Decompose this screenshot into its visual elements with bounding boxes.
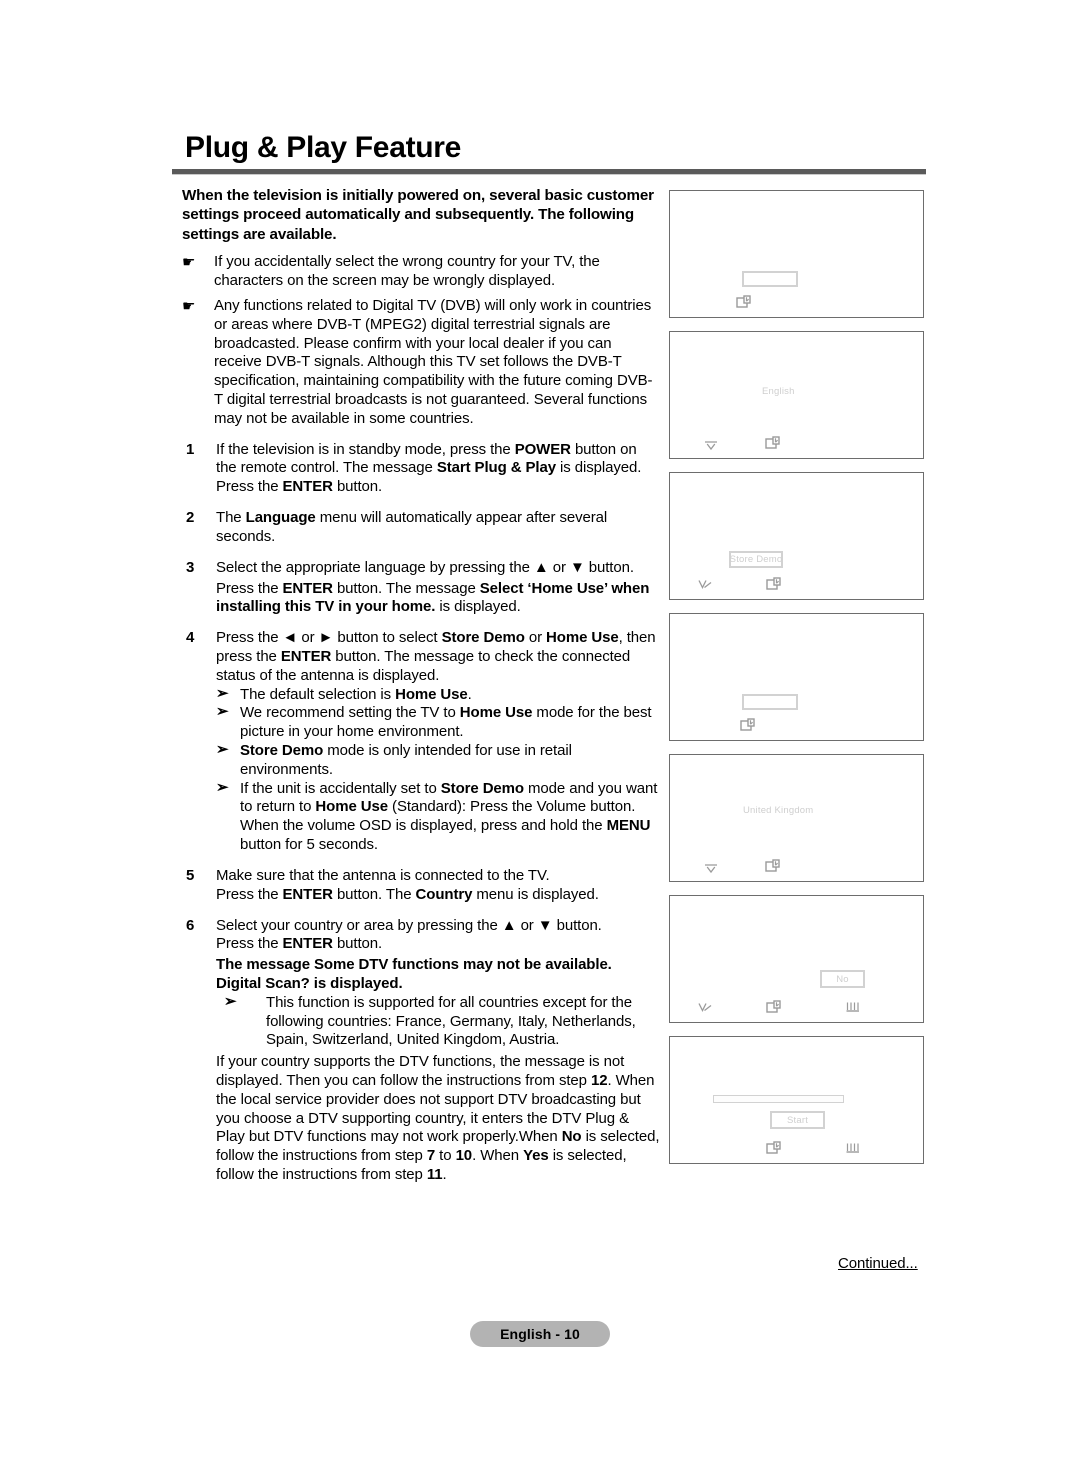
step-1: 1 If the television is in standby mode, … bbox=[182, 441, 660, 497]
step-number: 1 bbox=[186, 440, 195, 458]
step-number: 3 bbox=[186, 558, 195, 576]
instructions-column: When the television is initially powered… bbox=[182, 186, 660, 1185]
tv-screen-illustrations: English Store Demo United Kingdom No Start bbox=[669, 190, 926, 1164]
step-number: 4 bbox=[186, 629, 195, 647]
enter-icon bbox=[766, 1141, 782, 1155]
sub-item-text: We recommend setting the TV to Home Use … bbox=[240, 704, 652, 741]
menu-icon bbox=[845, 1141, 861, 1155]
arrow-bullet-icon: ➢ bbox=[216, 778, 229, 796]
step-text: Make sure that the antenna is connected … bbox=[216, 866, 599, 903]
sub-item-text: The default selection is Home Use. bbox=[240, 685, 472, 703]
enter-icon bbox=[766, 1000, 782, 1014]
menu-icon bbox=[845, 1000, 861, 1014]
note-item: ☛ If you accidentally select the wrong c… bbox=[182, 253, 660, 291]
digital-scan-screen: No bbox=[669, 895, 924, 1023]
country-screen: United Kingdom bbox=[669, 754, 924, 882]
pointing-hand-icon: ☛ bbox=[182, 297, 196, 315]
osd-label: United Kingdom bbox=[743, 805, 814, 816]
osd-option-box[interactable] bbox=[742, 271, 798, 287]
step-6: 6 Select your country or area by pressin… bbox=[182, 917, 660, 955]
left-right-arrow-icon bbox=[697, 1000, 713, 1014]
step-number: 5 bbox=[186, 866, 195, 884]
store-demo-screen: Store Demo bbox=[669, 472, 924, 600]
title-block: Plug & Play Feature bbox=[172, 132, 926, 175]
step-text: Press the ◄ or ► button to select Store … bbox=[216, 629, 656, 684]
arrow-bullet-icon: ➢ bbox=[216, 703, 229, 721]
pointing-hand-icon: ☛ bbox=[182, 254, 196, 272]
left-right-arrow-icon bbox=[697, 577, 713, 591]
sub-item: ➢ We recommend setting the TV to Home Us… bbox=[182, 703, 660, 742]
enter-icon bbox=[740, 718, 756, 732]
continued-label: Continued... bbox=[838, 1255, 918, 1272]
start-plug-and-play-screen bbox=[669, 190, 924, 318]
osd-option-box[interactable] bbox=[742, 694, 798, 710]
step-text: The Language menu will automatically app… bbox=[216, 509, 608, 545]
sub-item-text: This function is supported for all count… bbox=[266, 993, 636, 1049]
progress-bar bbox=[713, 1095, 844, 1103]
osd-label: English bbox=[762, 386, 795, 397]
title-divider bbox=[172, 168, 926, 175]
step-3-followup: Press the ENTER button. The message Sele… bbox=[216, 579, 650, 616]
step-text: Select your country or area by pressing … bbox=[216, 916, 602, 953]
closing-paragraph: If your country supports the DTV functio… bbox=[216, 1053, 660, 1184]
step-4: 4 Press the ◄ or ► button to select Stor… bbox=[182, 629, 660, 685]
osd-option-box[interactable]: No bbox=[820, 970, 865, 988]
arrow-bullet-icon: ➢ bbox=[216, 741, 229, 759]
step-text: If the television is in standby mode, pr… bbox=[216, 440, 642, 496]
step-3: 3 Select the appropriate language by pre… bbox=[182, 559, 660, 578]
arrow-bullet-icon: ➢ bbox=[224, 992, 237, 1010]
sub-item-text: If the unit is accidentally set to Store… bbox=[240, 779, 658, 854]
step-6-message: The message Some DTV functions may not b… bbox=[216, 956, 612, 992]
sub-item: ➢ If the unit is accidentally set to Sto… bbox=[182, 778, 660, 855]
osd-option-box[interactable]: Store Demo bbox=[729, 551, 783, 568]
up-down-arrow-icon bbox=[703, 861, 719, 875]
enter-icon bbox=[765, 436, 781, 450]
enter-icon bbox=[765, 859, 781, 873]
sub-item: ➢ The default selection is Home Use. bbox=[182, 684, 660, 705]
step-number: 6 bbox=[186, 916, 195, 934]
step-text: Select the appropriate language by press… bbox=[216, 558, 634, 576]
step-2: 2 The Language menu will automatically a… bbox=[182, 509, 660, 547]
sub-item: ➢ This function is supported for all cou… bbox=[182, 992, 660, 1050]
intro-paragraph: When the television is initially powered… bbox=[182, 187, 654, 243]
arrow-bullet-icon: ➢ bbox=[216, 684, 229, 702]
note-text: If you accidentally select the wrong cou… bbox=[214, 253, 600, 290]
antenna-check-screen bbox=[669, 613, 924, 741]
osd-option-box[interactable]: Start bbox=[770, 1111, 825, 1129]
step-number: 2 bbox=[186, 509, 195, 527]
page-title: Plug & Play Feature bbox=[185, 131, 462, 164]
enter-icon bbox=[736, 295, 752, 309]
enter-icon bbox=[766, 577, 782, 591]
note-text: Any functions related to Digital TV (DVB… bbox=[214, 296, 653, 427]
sub-item: ➢ Store Demo mode is only intended for u… bbox=[182, 741, 660, 780]
manual-page: Plug & Play Feature When the television … bbox=[0, 0, 1080, 1464]
language-screen: English bbox=[669, 331, 924, 459]
step-5: 5 Make sure that the antenna is connecte… bbox=[182, 867, 660, 905]
page-number-badge: English - 10 bbox=[470, 1321, 610, 1347]
auto-store-start-screen: Start bbox=[669, 1036, 924, 1164]
note-item: ☛ Any functions related to Digital TV (D… bbox=[182, 297, 660, 429]
up-down-arrow-icon bbox=[703, 438, 719, 452]
sub-item-text: Store Demo mode is only intended for use… bbox=[240, 742, 572, 778]
